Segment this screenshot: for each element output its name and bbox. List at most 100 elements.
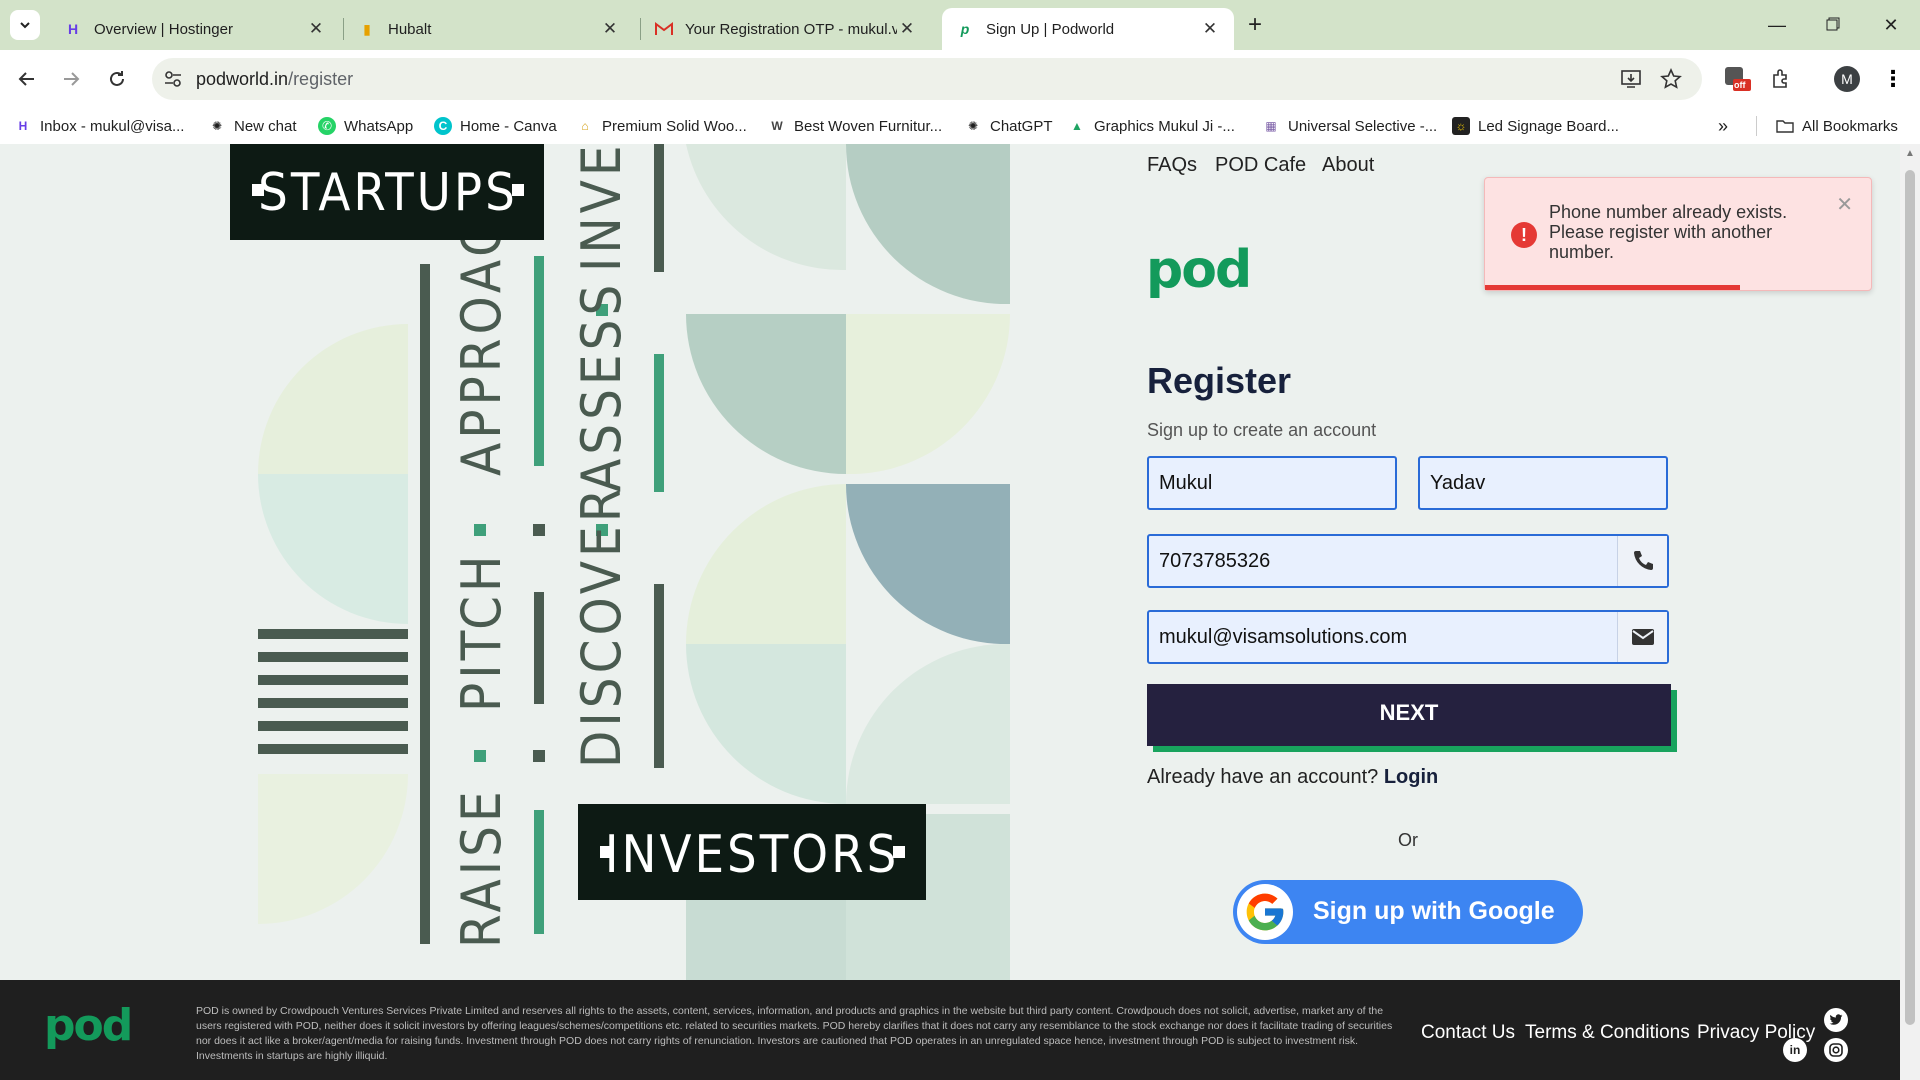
toast-message: Phone number already exists. Please regi… <box>1549 202 1788 262</box>
phone-field[interactable]: 7073785326 <box>1147 534 1669 588</box>
bookmark-item[interactable]: ▦ Universal Selective -... <box>1262 114 1437 138</box>
close-tab-icon[interactable]: ✕ <box>600 19 620 39</box>
envelope-icon <box>1617 612 1667 662</box>
arrow-left-icon <box>18 72 34 86</box>
google-signup-button[interactable]: Sign up with Google <box>1233 880 1583 944</box>
podworld-icon: p <box>960 21 970 37</box>
footer-logo[interactable]: pod <box>44 1000 133 1051</box>
tab-gmail[interactable]: Your Registration OTP - mukul.v ✕ <box>641 8 931 50</box>
scrollbar-thumb[interactable] <box>1905 170 1915 1025</box>
bookmark-item[interactable]: ▲ Graphics Mukul Ji -... <box>1068 114 1235 138</box>
bookmarks-bar: H Inbox - mukul@visa... ✺ New chat ✆ WhatsA… <box>0 108 1920 144</box>
close-tab-icon[interactable]: ✕ <box>306 19 326 39</box>
google-button-label: Sign up with Google <box>1313 897 1555 925</box>
close-icon[interactable]: ✕ <box>1836 192 1853 217</box>
openai-icon: ✺ <box>967 119 979 133</box>
hostinger-icon: H <box>18 119 28 133</box>
word-raise: RAISE <box>450 787 513 948</box>
site-info-icon[interactable] <box>162 68 184 90</box>
or-divider: Or <box>1398 830 1418 850</box>
pod-logo[interactable]: pod <box>1146 240 1252 300</box>
extension-button[interactable]: off <box>1722 64 1752 94</box>
bookmark-item[interactable]: W Best Woven Furnitur... <box>768 114 942 138</box>
kebab-menu-icon: ⋮ <box>1882 66 1904 91</box>
stripe-lines <box>258 629 408 754</box>
bookmark-item[interactable]: ✺ New chat <box>208 114 297 138</box>
hostinger-icon: H <box>67 21 79 37</box>
whatsapp-icon: ✆ <box>318 117 336 135</box>
email-value: mukul@visamsolutions.com <box>1159 626 1408 648</box>
bookmark-item[interactable]: C Home - Canva <box>434 114 557 138</box>
tab-hubalt[interactable]: ▮ Hubalt ✕ <box>344 8 634 50</box>
scroll-up-icon[interactable]: ▲ <box>1905 148 1915 159</box>
forward-button[interactable] <box>56 64 86 94</box>
canva-icon: C <box>434 117 452 135</box>
bookmark-label: Inbox - mukul@visa... <box>40 117 185 135</box>
bookmark-label: All Bookmarks <box>1802 117 1898 135</box>
page-viewport: APPROACH PITCH RAISE INVEST ASSESS DISCO… <box>0 144 1900 1080</box>
login-link[interactable]: Login <box>1384 766 1438 788</box>
tab-search-button[interactable] <box>10 10 40 40</box>
bookmark-label: ChatGPT <box>990 117 1053 135</box>
tab-title: Overview | Hostinger <box>94 20 233 38</box>
footer: pod POD is owned by Crowdpouch Ventures … <box>0 980 1900 1080</box>
page-scrollbar[interactable]: ▲ <box>1900 144 1920 1080</box>
twitter-icon[interactable] <box>1824 1008 1848 1032</box>
address-bar[interactable]: podworld.in/register <box>152 58 1702 100</box>
bookmark-item[interactable]: H Inbox - mukul@visa... <box>14 114 185 138</box>
chevron-down-icon <box>20 22 30 29</box>
nav-about[interactable]: About <box>1322 154 1374 177</box>
last-name-field[interactable]: Yadav <box>1418 456 1668 510</box>
terms-link[interactable]: Terms & Conditions <box>1525 1022 1690 1044</box>
login-prompt: Already have an account? Login <box>1147 766 1438 789</box>
extensions-menu-button[interactable] <box>1766 64 1796 94</box>
new-tab-button[interactable]: + <box>1240 10 1270 40</box>
page-title: Register <box>1147 360 1292 401</box>
puzzle-icon <box>1773 69 1787 88</box>
more-menu-button[interactable]: ⋮ <box>1878 64 1908 94</box>
more-bookmarks-button[interactable]: » <box>1718 114 1728 138</box>
google-drive-icon: ▲ <box>1071 119 1083 133</box>
back-button[interactable] <box>12 64 42 94</box>
close-tab-icon[interactable]: ✕ <box>1200 19 1220 39</box>
bookmark-item[interactable]: ⌂ Premium Solid Woo... <box>576 114 746 138</box>
email-field[interactable]: mukul@visamsolutions.com <box>1147 610 1669 664</box>
contact-link[interactable]: Contact Us <box>1421 1022 1515 1044</box>
url-text: podworld.in/register <box>196 69 353 90</box>
avatar: M <box>1834 66 1860 92</box>
minimize-button[interactable]: — <box>1754 8 1800 42</box>
word-pitch: PITCH <box>450 551 513 712</box>
linkedin-icon[interactable]: in <box>1783 1038 1807 1062</box>
bookmark-label: Graphics Mukul Ji -... <box>1094 117 1235 135</box>
tab-podworld[interactable]: p Sign Up | Podworld ✕ <box>942 8 1234 50</box>
bookmark-label: New chat <box>234 117 297 135</box>
nav-pod-cafe[interactable]: POD Cafe <box>1215 154 1306 177</box>
arrow-right-icon <box>64 72 80 86</box>
restore-button[interactable] <box>1810 8 1856 42</box>
next-button[interactable]: NEXT <box>1147 684 1671 746</box>
first-name-field[interactable]: Mukul <box>1147 456 1397 510</box>
browser-tab-strip: H Overview | Hostinger ✕ ▮ Hubalt ✕ Your… <box>0 0 1920 50</box>
word-assess: ASSESS <box>570 281 633 492</box>
nav-faqs[interactable]: FAQs <box>1147 154 1197 177</box>
hubalt-icon: ▮ <box>363 20 371 37</box>
all-bookmarks-button[interactable]: All Bookmarks <box>1776 114 1898 138</box>
tab-hostinger[interactable]: H Overview | Hostinger ✕ <box>50 8 340 50</box>
phone-value: 7073785326 <box>1159 550 1271 572</box>
restore-icon <box>1826 17 1840 31</box>
close-tab-icon[interactable]: ✕ <box>897 19 917 39</box>
profile-button[interactable]: M <box>1832 64 1862 94</box>
close-window-button[interactable]: ✕ <box>1868 8 1914 42</box>
startups-label: STARTUPS <box>258 163 518 223</box>
page-subtitle: Sign up to create an account <box>1147 420 1377 440</box>
instagram-icon[interactable] <box>1824 1038 1848 1062</box>
bookmark-star-icon[interactable] <box>1660 68 1682 90</box>
bookmark-item[interactable]: ✆ WhatsApp <box>318 114 413 138</box>
bookmark-item[interactable]: ☼ Led Signage Board... <box>1452 114 1619 138</box>
reload-button[interactable] <box>102 64 132 94</box>
extension-badge: off <box>1734 80 1746 90</box>
bookmark-item[interactable]: ✺ ChatGPT <box>964 114 1053 138</box>
hero-illustration: APPROACH PITCH RAISE INVEST ASSESS DISCO… <box>230 144 1010 980</box>
install-app-icon[interactable] <box>1620 68 1642 90</box>
google-icon <box>1237 884 1293 940</box>
